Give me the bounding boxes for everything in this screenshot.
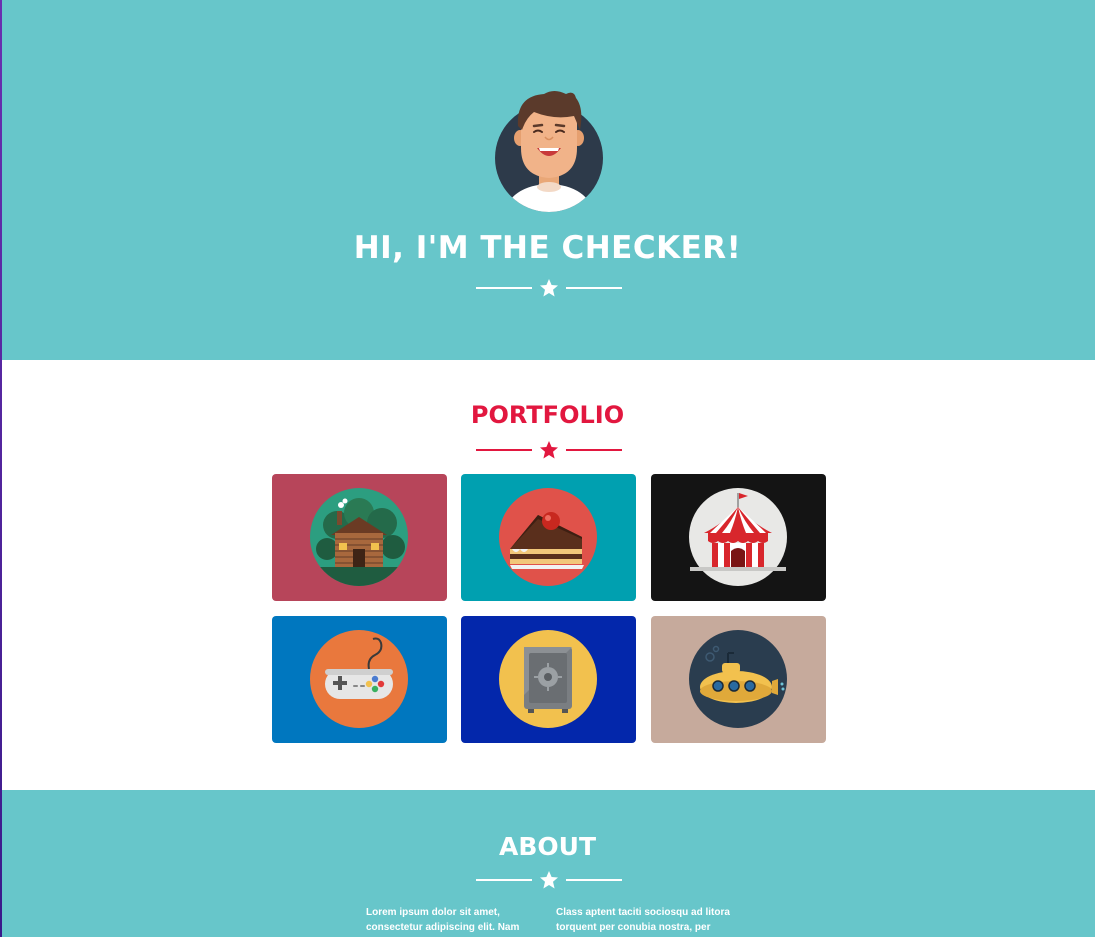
divider-line-right [566, 879, 622, 881]
circus-tent-icon [689, 488, 787, 586]
avatar-icon [495, 91, 603, 212]
portfolio-item-cabin[interactable] [272, 474, 447, 601]
star-icon [540, 279, 558, 297]
game-controller-icon [310, 630, 408, 728]
divider-line-left [476, 287, 532, 289]
portfolio-item-circus-tent[interactable] [651, 474, 826, 601]
divider-line-left [476, 449, 532, 451]
about-heading: ABOUT [498, 832, 596, 861]
about-divider [476, 869, 622, 891]
about-text-left: Lorem ipsum dolor sit amet, consectetur … [366, 907, 520, 933]
page-title: HI, I'M THE CHECKER! [353, 230, 742, 266]
safe-icon [499, 630, 597, 728]
divider-line-left [476, 879, 532, 881]
submarine-icon [689, 630, 787, 728]
portfolio-item-submarine[interactable] [651, 616, 826, 743]
masthead: HI, I'M THE CHECKER! [0, 0, 1095, 360]
portfolio-item-game-controller[interactable] [272, 616, 447, 743]
cake-icon [499, 488, 597, 586]
divider-line-right [566, 449, 622, 451]
title-divider [476, 277, 622, 299]
star-icon [540, 871, 558, 889]
about-section: ABOUT Lorem ipsum dolor sit amet, consec… [0, 790, 1095, 937]
cabin-icon [309, 488, 409, 587]
portfolio-item-cake[interactable] [461, 474, 636, 601]
divider-line-right [566, 287, 622, 289]
avatar [494, 86, 604, 216]
portfolio-divider [476, 439, 622, 461]
left-edge-bar [0, 0, 2, 937]
star-icon [540, 441, 558, 459]
portfolio-heading: PORTFOLIO [470, 401, 625, 429]
portfolio-item-safe[interactable] [461, 616, 636, 743]
about-text-right: Class aptent taciti sociosqu ad litora t… [556, 907, 730, 933]
